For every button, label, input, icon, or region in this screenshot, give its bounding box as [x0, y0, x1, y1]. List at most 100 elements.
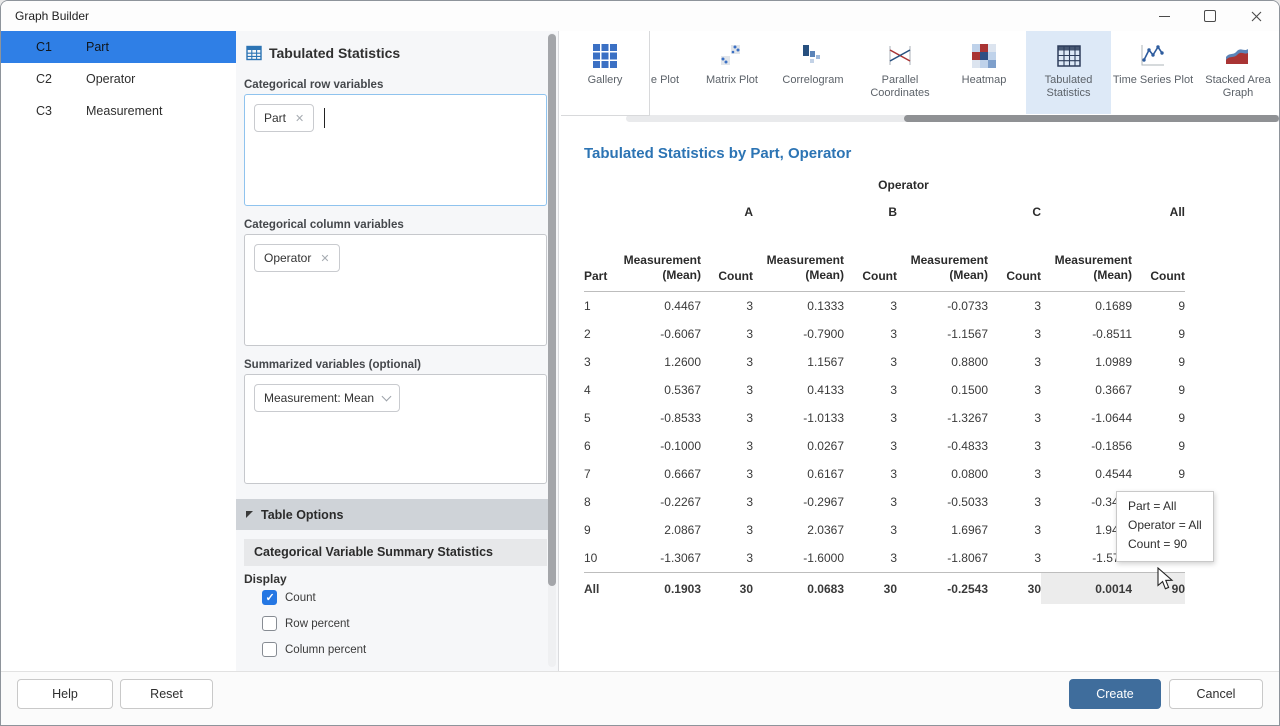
time-series-plot-icon — [1140, 43, 1166, 69]
mean-cell: -1.8067 — [897, 544, 988, 573]
help-button[interactable]: Help — [17, 679, 113, 709]
part-cell: 2 — [584, 320, 622, 348]
matrix-plot-icon — [719, 43, 745, 69]
count-column-header: Count — [1132, 227, 1185, 292]
table-icon — [246, 45, 262, 61]
mean-cell: 0.1333 — [753, 292, 844, 321]
minimize-icon — [1159, 16, 1170, 17]
checkbox-label: Row percent — [285, 618, 350, 630]
mean-cell: 0.4467 — [622, 292, 701, 321]
stats-table-body: 10.446730.13333-0.073330.168992-0.60673-… — [584, 292, 1185, 605]
mean-cell: -0.1856 — [1041, 432, 1132, 460]
chip-label: Measurement: Mean — [264, 391, 374, 405]
checkbox-count[interactable]: Count — [262, 590, 316, 605]
mean-cell: 0.5367 — [622, 376, 701, 404]
mean-cell: -0.8511 — [1041, 320, 1132, 348]
gallery-item-heatmap[interactable]: Heatmap — [942, 31, 1026, 114]
variable-chip-measurement-mean[interactable]: Measurement: Mean — [254, 384, 400, 412]
remove-chip-icon[interactable]: ✕ — [295, 112, 304, 125]
mean-cell: -0.0733 — [897, 292, 988, 321]
maximize-icon — [1204, 10, 1216, 22]
mean-cell: 0.1903 — [622, 573, 701, 605]
checkbox-label: Count — [285, 592, 316, 604]
variable-chip-operator[interactable]: Operator ✕ — [254, 244, 340, 272]
close-button[interactable] — [1233, 1, 1279, 31]
count-cell: 3 — [701, 292, 753, 321]
count-column-header: Count — [844, 227, 897, 292]
sidebar-item-measurement[interactable]: C3 Measurement — [1, 95, 236, 127]
table-options-header[interactable]: Table Options — [236, 499, 549, 530]
operator-span-header: Operator — [622, 173, 1185, 197]
gallery-item-matrix-plot[interactable]: Matrix Plot — [690, 31, 774, 114]
minimize-button[interactable] — [1141, 1, 1187, 31]
count-cell: 3 — [701, 432, 753, 460]
column-id: C3 — [36, 104, 86, 118]
column-percent-checkbox[interactable] — [262, 642, 277, 657]
column-name: Part — [86, 40, 109, 54]
count-cell: 9 — [1132, 460, 1185, 488]
preview-area: Tabulated Statistics by Part, Operator O… — [559, 123, 1280, 673]
gallery-item-parallel-coordinates[interactable]: Parallel Coordinates — [858, 31, 942, 114]
count-column-header: Count — [701, 227, 753, 292]
chevron-down-icon[interactable] — [382, 392, 392, 402]
count-cell: 30 — [701, 573, 753, 605]
create-button[interactable]: Create — [1069, 679, 1161, 709]
chip-label: Part — [264, 111, 286, 125]
count-column-header: Count — [988, 227, 1041, 292]
count-cell: 9 — [1132, 404, 1185, 432]
output-title: Tabulated Statistics by Part, Operator — [584, 145, 851, 162]
count-cell: 3 — [844, 516, 897, 544]
maximize-button[interactable] — [1187, 1, 1233, 31]
chip-label: Operator — [264, 251, 311, 265]
gallery-scrollbar-track[interactable] — [626, 115, 1280, 122]
part-cell: 1 — [584, 292, 622, 321]
summarized-variables-box[interactable]: Measurement: Mean — [244, 374, 547, 484]
sidebar-item-part[interactable]: C1 Part — [1, 31, 236, 63]
graph-builder-window: Graph Builder C1 Part C2 Operator C3 Mea… — [0, 0, 1280, 726]
heatmap-icon — [971, 43, 997, 69]
mean-cell: 0.0267 — [753, 432, 844, 460]
part-cell: 4 — [584, 376, 622, 404]
tooltip-line: Operator = All — [1128, 516, 1202, 535]
sidebar-item-operator[interactable]: C2 Operator — [1, 63, 236, 95]
mean-header-line1: Measurement — [897, 253, 988, 268]
summary-statistics-section-header: Categorical Variable Summary Statistics — [244, 539, 547, 566]
gallery-item-gallery[interactable]: Gallery — [561, 31, 650, 116]
mean-cell: 0.6167 — [753, 460, 844, 488]
column-id: C2 — [36, 72, 86, 86]
row-variables-box[interactable]: Part ✕ — [244, 94, 547, 206]
gallery-item-correlogram[interactable]: Correlogram — [769, 31, 857, 114]
gallery-item-label: Stacked Area Graph — [1196, 74, 1280, 100]
table-row-all: All0.1903300.068330-0.2543300.001490 — [584, 573, 1185, 605]
columns-sidebar: C1 Part C2 Operator C3 Measurement — [1, 31, 236, 673]
gallery-item-time-series-plot[interactable]: Time Series Plot — [1107, 31, 1199, 114]
mean-header-line1: Measurement — [1041, 253, 1132, 268]
count-cell: 3 — [844, 432, 897, 460]
checkbox-column-percent[interactable]: Column percent — [262, 642, 366, 657]
panel-scrollbar-thumb[interactable] — [548, 34, 556, 586]
mean-column-header: Measurement(Mean) — [897, 227, 988, 292]
mean-cell: 0.1500 — [897, 376, 988, 404]
table-row: 92.086732.036731.696731.94009 — [584, 516, 1185, 544]
checkbox-row-percent[interactable]: Row percent — [262, 616, 350, 631]
count-checkbox[interactable] — [262, 590, 277, 605]
reset-button[interactable]: Reset — [120, 679, 213, 709]
panel-scrollbar-track[interactable] — [548, 33, 556, 667]
gallery-item-stacked-area-graph[interactable]: Stacked Area Graph — [1196, 31, 1280, 114]
remove-chip-icon[interactable]: ✕ — [320, 252, 329, 265]
column-variables-box[interactable]: Operator ✕ — [244, 234, 547, 346]
variable-chip-part[interactable]: Part ✕ — [254, 104, 314, 132]
cancel-button[interactable]: Cancel — [1169, 679, 1263, 709]
mean-cell: -0.7900 — [753, 320, 844, 348]
gallery-grid-icon — [592, 43, 618, 69]
gallery-item-tabulated-statistics[interactable]: Tabulated Statistics — [1026, 31, 1111, 114]
text-caret — [324, 108, 325, 128]
gallery-scrollbar-thumb[interactable] — [904, 115, 1279, 122]
mean-cell: 0.0683 — [753, 573, 844, 605]
count-cell: 30 — [988, 573, 1041, 605]
mean-column-header: Measurement(Mean) — [1041, 227, 1132, 292]
row-percent-checkbox[interactable] — [262, 616, 277, 631]
mean-cell: 2.0867 — [622, 516, 701, 544]
mean-cell: -0.2267 — [622, 488, 701, 516]
table-row: 2-0.60673-0.79003-1.15673-0.85119 — [584, 320, 1185, 348]
